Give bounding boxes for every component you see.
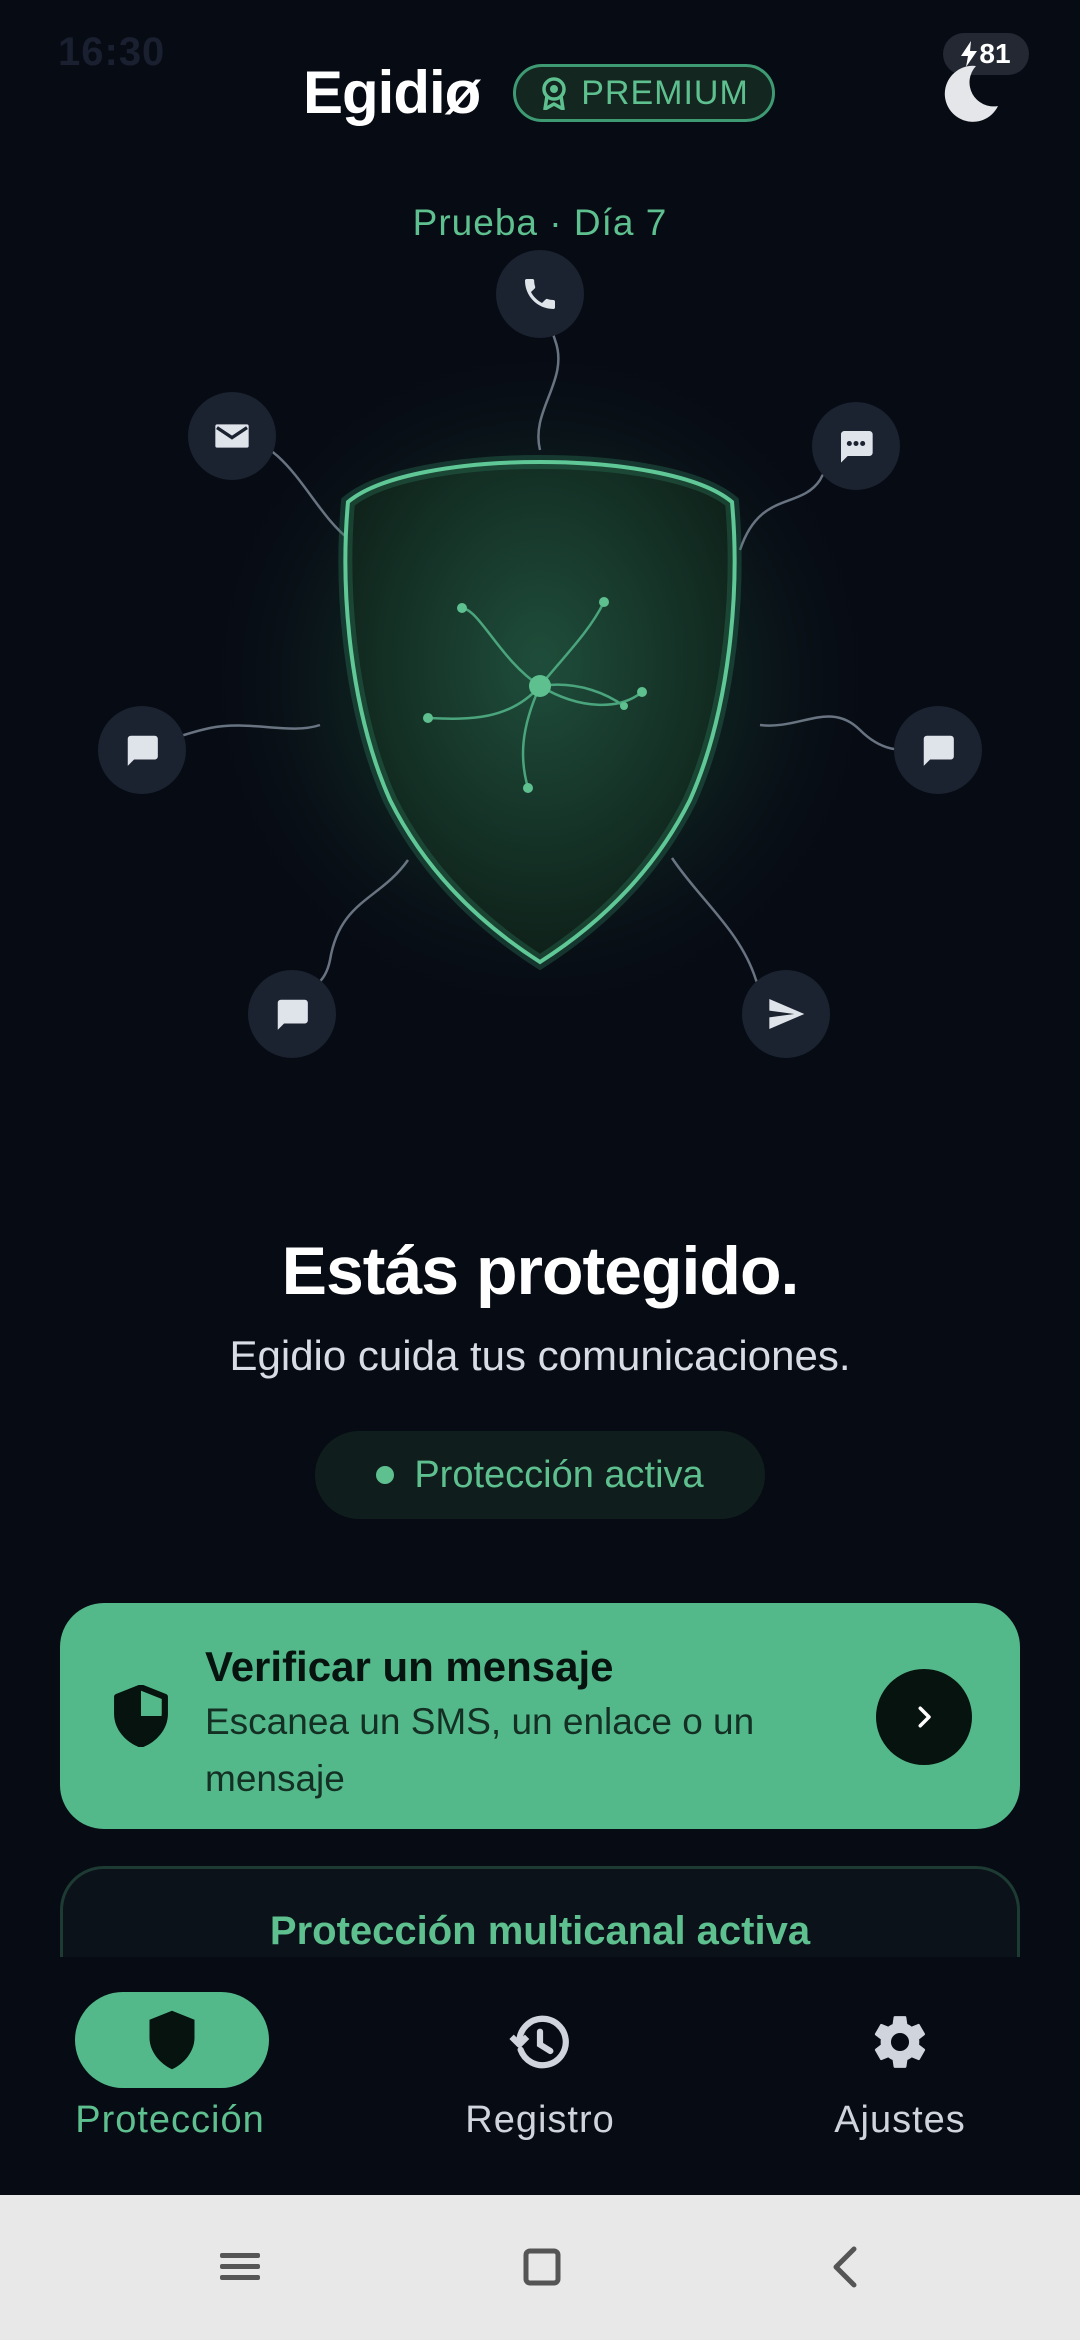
status-time: 16:30 xyxy=(58,30,166,74)
verify-message-button[interactable] xyxy=(876,1669,972,1765)
phone-channel-node xyxy=(496,250,584,338)
nav-label-proteccion: Protección xyxy=(75,2099,265,2141)
sms-channel-node xyxy=(98,706,186,794)
protection-illustration xyxy=(0,240,1080,1140)
verify-message-card[interactable]: Verificar un mensaje Escanea un SMS, un … xyxy=(60,1603,1020,1829)
award-icon xyxy=(542,77,566,110)
send-channel-node xyxy=(742,970,830,1058)
recent-apps-button[interactable] xyxy=(205,2237,275,2297)
system-navigation-bar xyxy=(0,2195,1080,2340)
protection-status-label: Protección activa xyxy=(414,1453,704,1496)
verify-message-description: Escanea un SMS, un enlace o un mensaje xyxy=(205,1701,755,1799)
app-title: Egidiø xyxy=(303,59,481,126)
shield-icon xyxy=(149,2010,195,2070)
home-button[interactable] xyxy=(507,2237,577,2297)
message-channel-node xyxy=(812,402,900,490)
nav-label-registro: Registro xyxy=(465,2099,615,2141)
protection-status-pill: Protección activa xyxy=(315,1431,765,1519)
chat-channel-node xyxy=(894,706,982,794)
trial-status: Prueba · Día 7 xyxy=(412,202,668,243)
chevron-right-icon xyxy=(918,1706,931,1728)
theme-toggle[interactable] xyxy=(938,62,1002,126)
home-square-icon xyxy=(523,2248,561,2286)
premium-badge[interactable]: PREMIUM xyxy=(513,64,775,122)
protection-subline: Egidio cuida tus comunicaciones. xyxy=(229,1332,851,1379)
back-button[interactable] xyxy=(810,2237,880,2297)
nav-icon-registro xyxy=(360,2002,720,2082)
nav-label-ajustes: Ajustes xyxy=(834,2099,966,2141)
history-icon xyxy=(509,2015,569,2069)
email-channel-node xyxy=(188,392,276,480)
nav-icon-ajustes xyxy=(720,2002,1080,2082)
gear-icon xyxy=(874,2016,926,2068)
nav-active-indicator xyxy=(75,1992,269,2088)
menu-icon xyxy=(220,2253,260,2280)
moon-icon xyxy=(944,65,998,122)
phone-icon xyxy=(525,279,555,309)
nav-item-proteccion[interactable]: Protección xyxy=(0,1957,360,2195)
protection-headline: Estás protegido. xyxy=(281,1233,800,1309)
chat-icon xyxy=(923,735,954,766)
shield-half-icon xyxy=(114,1685,168,1747)
chat-channel-node-2 xyxy=(248,970,336,1058)
multichannel-title: Protección multicanal activa xyxy=(269,1909,811,1953)
shield-graphic xyxy=(141,289,941,1040)
send-icon xyxy=(769,999,805,1029)
sms-icon xyxy=(127,735,158,766)
message-icon xyxy=(841,431,873,463)
back-chevron-icon xyxy=(833,2246,857,2288)
status-dot xyxy=(376,1466,395,1484)
email-icon xyxy=(215,424,249,448)
chat-icon xyxy=(277,999,308,1030)
nav-item-ajustes[interactable]: Ajustes xyxy=(720,1957,1080,2195)
nav-item-registro[interactable]: Registro xyxy=(360,1957,720,2195)
premium-label: PREMIUM xyxy=(581,73,749,112)
bottom-navigation: Protección Registro Ajustes xyxy=(0,1957,1080,2195)
verify-message-title: Verificar un mensaje xyxy=(205,1643,614,1690)
